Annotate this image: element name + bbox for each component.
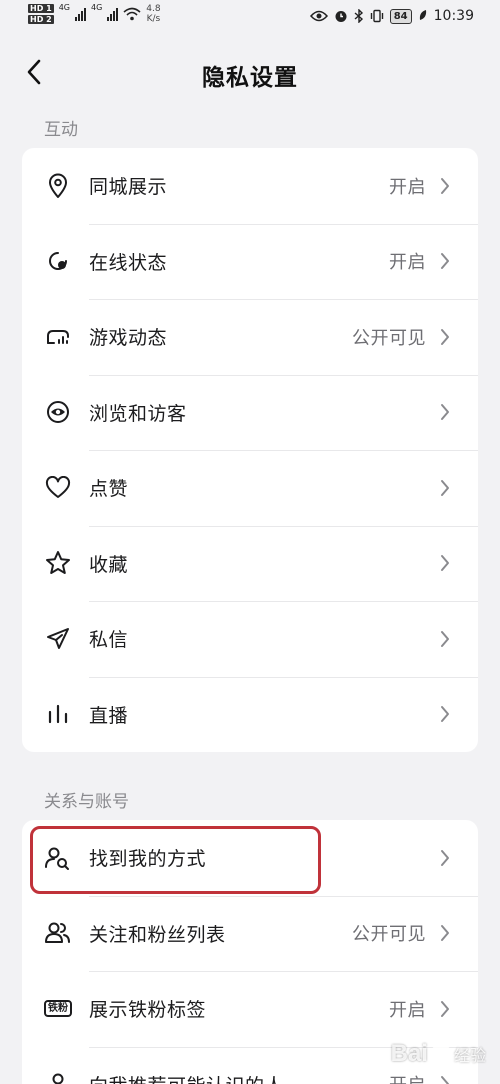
setting-row-local-display[interactable]: 同城展示 开启 (22, 148, 478, 224)
location-pin-icon (44, 172, 72, 200)
baidu-watermark: Bai 经验 (391, 1040, 486, 1068)
chevron-right-icon (438, 478, 452, 498)
live-bars-icon (44, 700, 72, 728)
setting-label: 收藏 (89, 553, 129, 576)
hd-indicators: HD 1 HD 2 (28, 4, 54, 24)
setting-label: 在线状态 (89, 251, 168, 274)
setting-row-online-status[interactable]: 在线状态 开启 (22, 223, 478, 300)
setting-row-find-me[interactable]: 找到我的方式 (22, 820, 478, 896)
setting-row-fan-badge[interactable]: 铁粉 展示铁粉标签 开启 (22, 971, 478, 1047)
vibrate-icon (370, 9, 383, 23)
chevron-right-icon (438, 327, 452, 347)
star-icon (44, 549, 72, 577)
speed-value: 4.8 (146, 4, 161, 14)
setting-label: 游戏动态 (89, 327, 168, 350)
alarm-icon (335, 11, 347, 22)
setting-label: 点赞 (89, 478, 129, 501)
battery-indicator: 84 (389, 8, 412, 24)
wifi-icon (123, 7, 141, 21)
chevron-right-icon (438, 176, 452, 196)
setting-value: 开启 (389, 252, 426, 274)
power-saving-leaf-icon (419, 10, 426, 20)
setting-label: 浏览和访客 (89, 402, 187, 425)
chevron-right-icon (438, 704, 452, 724)
online-status-icon (44, 247, 72, 275)
network-speed: 4.8 K/s (146, 4, 160, 24)
setting-value: 开启 (389, 999, 426, 1021)
setting-row-messages[interactable]: 私信 (22, 601, 478, 677)
setting-row-game-activity[interactable]: 游戏动态 公开可见 (22, 299, 478, 375)
setting-row-favorites[interactable]: 收藏 (22, 525, 478, 602)
status-bar-right: 84 10:39 (309, 8, 474, 24)
gamepad-icon (44, 323, 72, 351)
chevron-right-icon (438, 629, 452, 649)
setting-label: 私信 (89, 629, 129, 652)
hd2-indicator: HD 2 (28, 15, 54, 24)
hd1-indicator: HD 1 (28, 4, 54, 13)
setting-row-live[interactable]: 直播 (22, 676, 478, 753)
setting-label: 向我推荐可能认识的人 (89, 1071, 284, 1084)
net2-label: 4G (90, 3, 103, 12)
chevron-right-icon (438, 1074, 452, 1084)
paw-icon (429, 1043, 452, 1066)
chevron-right-icon (438, 848, 452, 868)
net1-label: 4G (58, 3, 70, 12)
watermark-brand: Bai (390, 1040, 428, 1067)
speed-unit: K/s (146, 14, 161, 24)
watermark-suffix: 经验 (453, 1048, 486, 1065)
signal-icon (74, 7, 86, 21)
page-title: 隐私设置 (202, 65, 298, 91)
chevron-right-icon (438, 402, 452, 422)
section-label-account: 关系与账号 (44, 792, 129, 812)
find-user-icon (44, 844, 72, 872)
setting-row-likes[interactable]: 点赞 (22, 450, 478, 526)
bluetooth-icon (354, 9, 363, 23)
status-bar-left: HD 1 HD 2 4G 4G 4.8 K/s (28, 4, 161, 24)
chevron-right-icon (438, 553, 452, 573)
setting-label: 展示铁粉标签 (89, 999, 207, 1022)
clock: 10:39 (433, 8, 474, 24)
setting-value: 开启 (389, 176, 426, 198)
users-icon (44, 919, 72, 947)
status-bar: HD 1 HD 2 4G 4G 4.8 K/s 84 10:39 (0, 0, 500, 40)
setting-label: 直播 (89, 704, 129, 727)
eye-comfort-icon (309, 10, 328, 22)
chevron-right-icon (438, 923, 452, 943)
fan-badge-icon: 铁粉 (44, 995, 72, 1023)
signal-icon-2 (107, 7, 119, 21)
person-icon (44, 1070, 72, 1084)
fan-badge-text: 铁粉 (44, 1000, 72, 1018)
setting-value: 公开可见 (352, 327, 426, 349)
chevron-right-icon (438, 251, 452, 271)
eye-icon (44, 398, 72, 426)
section-label-interaction: 互动 (44, 120, 78, 140)
setting-label: 找到我的方式 (89, 848, 207, 871)
paper-plane-icon (44, 625, 72, 653)
setting-row-follow-fans-list[interactable]: 关注和粉丝列表 公开可见 (22, 895, 478, 972)
heart-icon (44, 474, 72, 502)
nav-bar: 隐私设置 (0, 44, 500, 104)
setting-label: 同城展示 (89, 176, 168, 199)
setting-value: 开启 (389, 1071, 426, 1084)
setting-value: 公开可见 (352, 924, 426, 946)
chevron-right-icon (438, 999, 452, 1019)
setting-label: 关注和粉丝列表 (89, 923, 226, 946)
setting-row-views-visitors[interactable]: 浏览和访客 (22, 374, 478, 451)
interaction-settings-card: 同城展示 开启 在线状态 开启 游戏动态 公开可见 浏览和访客 点赞 收藏 私信… (22, 148, 478, 752)
